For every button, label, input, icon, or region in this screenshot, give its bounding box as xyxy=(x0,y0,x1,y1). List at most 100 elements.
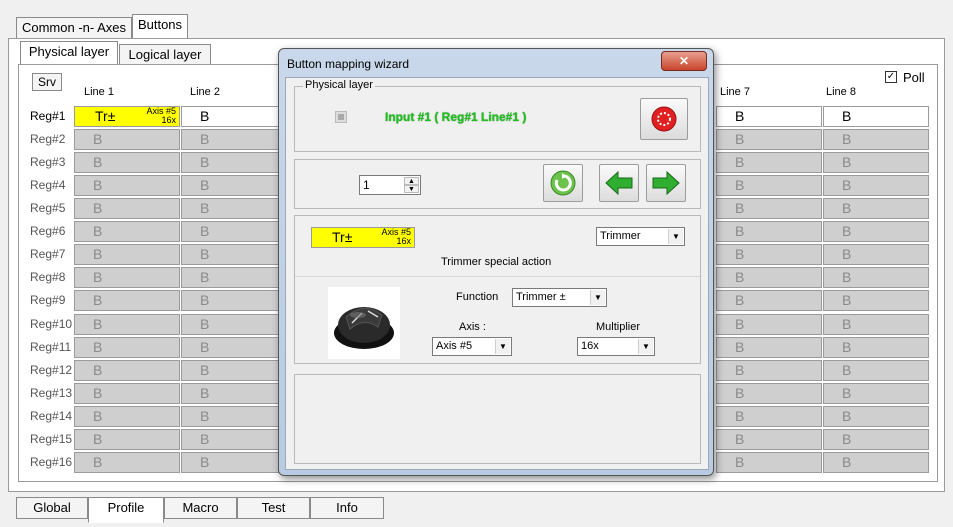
poll-label: Poll xyxy=(903,70,925,85)
stepper-up-icon[interactable]: ▲ xyxy=(404,177,419,185)
chevron-down-icon: ▼ xyxy=(590,290,605,305)
button-cell[interactable]: B xyxy=(181,314,287,335)
physical-layer-group: Physical layer Input #1 ( Reg#1 Line#1 ) xyxy=(294,79,701,152)
tab-test[interactable]: Test xyxy=(237,497,310,519)
button-cell[interactable]: B xyxy=(181,106,287,127)
button-cell[interactable]: B xyxy=(74,198,180,219)
button-cell[interactable]: B xyxy=(823,221,929,242)
button-cell[interactable]: B xyxy=(181,406,287,427)
button-cell[interactable]: B xyxy=(716,106,822,127)
button-cell[interactable]: B xyxy=(74,429,180,450)
button-cell[interactable]: B xyxy=(74,314,180,335)
next-button[interactable] xyxy=(646,164,686,202)
button-cell[interactable]: B xyxy=(823,129,929,150)
divider xyxy=(295,276,700,277)
button-cell[interactable]: B xyxy=(716,383,822,404)
button-cell[interactable]: B xyxy=(716,337,822,358)
detect-button[interactable] xyxy=(640,98,688,140)
button-cell[interactable]: B xyxy=(716,314,822,335)
tab-buttons[interactable]: Buttons xyxy=(132,14,188,40)
tab-logical-layer[interactable]: Logical layer xyxy=(119,44,211,66)
previous-button[interactable] xyxy=(599,164,639,202)
button-cell[interactable]: B xyxy=(823,429,929,450)
button-cell[interactable]: B xyxy=(181,337,287,358)
button-cell[interactable]: B xyxy=(74,452,180,473)
button-cell[interactable]: B xyxy=(823,106,929,127)
button-cell[interactable]: B xyxy=(823,267,929,288)
tab-label: Macro xyxy=(182,500,219,515)
tab-label: Profile xyxy=(107,500,145,515)
button-cell[interactable]: B xyxy=(716,360,822,381)
button-cell[interactable]: B xyxy=(716,221,822,242)
close-button[interactable]: ✕ xyxy=(661,51,707,71)
axis-select[interactable]: Axis #5 ▼ xyxy=(432,337,512,356)
action-type-select[interactable]: Trimmer ▼ xyxy=(596,227,685,246)
button-cell[interactable]: B xyxy=(716,175,822,196)
button-cell[interactable]: B xyxy=(716,290,822,311)
srv-button[interactable]: Srv xyxy=(32,73,62,91)
stepper-down-icon[interactable]: ▼ xyxy=(404,185,419,193)
button-cell[interactable]: B xyxy=(74,175,180,196)
button-cell[interactable]: B xyxy=(181,429,287,450)
tab-info[interactable]: Info xyxy=(310,497,384,519)
tab-global[interactable]: Global xyxy=(16,497,88,519)
button-cell[interactable]: B xyxy=(823,383,929,404)
button-cell[interactable]: B xyxy=(716,267,822,288)
button-cell[interactable]: B xyxy=(74,221,180,242)
button-cell[interactable]: B xyxy=(74,383,180,404)
input-number-stepper[interactable]: 1 ▲ ▼ xyxy=(359,175,421,195)
button-cell[interactable]: B xyxy=(181,175,287,196)
tab-macro[interactable]: Macro xyxy=(164,497,237,519)
button-cell[interactable]: B xyxy=(823,152,929,173)
multiplier-select[interactable]: 16x ▼ xyxy=(577,337,655,356)
button-cell[interactable]: B xyxy=(74,360,180,381)
button-cell[interactable]: B xyxy=(181,290,287,311)
button-cell[interactable]: B xyxy=(181,383,287,404)
button-cell[interactable]: B xyxy=(823,175,929,196)
button-cell[interactable]: B xyxy=(181,452,287,473)
button-cell[interactable]: B xyxy=(181,152,287,173)
tab-profile[interactable]: Profile xyxy=(88,497,164,523)
button-cell[interactable]: B xyxy=(716,452,822,473)
button-cell[interactable]: B xyxy=(823,290,929,311)
button-cell[interactable]: B xyxy=(823,314,929,335)
button-cell[interactable]: B xyxy=(716,406,822,427)
button-cell[interactable]: B xyxy=(74,337,180,358)
button-cell[interactable]: B xyxy=(74,406,180,427)
button-cell[interactable]: B xyxy=(716,152,822,173)
button-cell[interactable]: Tr± Axis #5 16x xyxy=(74,106,180,127)
button-cell[interactable]: B xyxy=(823,244,929,265)
cell-label: Tr± xyxy=(95,108,116,124)
button-cell[interactable]: B xyxy=(74,152,180,173)
button-cell[interactable]: B xyxy=(823,360,929,381)
button-cell[interactable]: B xyxy=(823,198,929,219)
button-cell[interactable]: B xyxy=(716,429,822,450)
button-cell[interactable]: B xyxy=(716,244,822,265)
button-cell[interactable]: B xyxy=(74,290,180,311)
trimmer-image xyxy=(328,287,400,359)
button-cell[interactable]: B xyxy=(181,360,287,381)
function-select[interactable]: Trimmer ± ▼ xyxy=(512,288,607,307)
button-cell[interactable]: B xyxy=(823,406,929,427)
button-cell[interactable]: B xyxy=(716,129,822,150)
button-cell[interactable]: B xyxy=(823,452,929,473)
poll-checkbox[interactable]: ✓ xyxy=(885,71,897,83)
button-cell[interactable]: B xyxy=(181,244,287,265)
button-cell[interactable]: B xyxy=(181,198,287,219)
button-cell[interactable]: B xyxy=(181,221,287,242)
row-label: Reg#6 xyxy=(30,224,66,238)
select-value: 16x xyxy=(581,340,599,352)
button-cell[interactable]: B xyxy=(74,267,180,288)
reset-button[interactable] xyxy=(543,164,583,202)
row-label: Reg#9 xyxy=(30,293,66,307)
button-cell[interactable]: B xyxy=(74,129,180,150)
button-cell[interactable]: B xyxy=(181,267,287,288)
input-indicator-checkbox xyxy=(335,111,347,123)
tab-common-axes[interactable]: Common -n- Axes xyxy=(16,17,132,39)
button-cell[interactable]: B xyxy=(716,198,822,219)
button-cell[interactable]: B xyxy=(74,244,180,265)
row-label: Reg#12 xyxy=(30,363,73,377)
button-cell[interactable]: B xyxy=(823,337,929,358)
button-cell[interactable]: B xyxy=(181,129,287,150)
tab-physical-layer[interactable]: Physical layer xyxy=(20,41,118,65)
